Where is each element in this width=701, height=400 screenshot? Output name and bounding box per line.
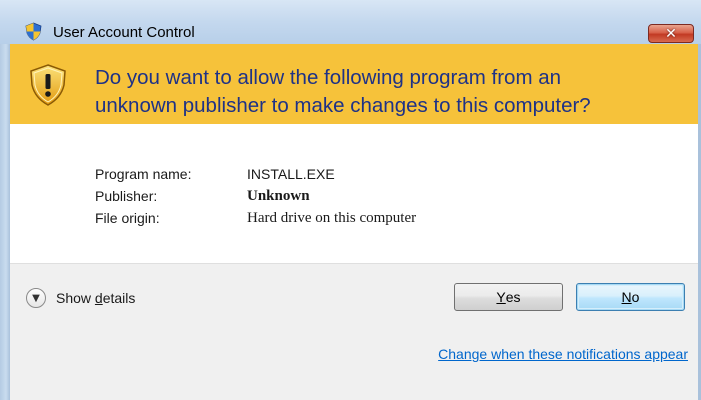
close-icon: ✕	[665, 25, 677, 42]
close-button[interactable]: ✕	[648, 24, 694, 43]
file-origin-value: Hard drive on this computer	[247, 210, 417, 226]
window-frame-left	[0, 0, 10, 400]
no-button[interactable]: No	[576, 283, 685, 311]
uac-shield-icon	[25, 22, 42, 41]
publisher-label: Publisher:	[95, 188, 158, 204]
show-details-label: Show details	[56, 290, 136, 306]
title-bar[interactable]: User Account Control ✕	[0, 0, 701, 44]
banner-line-1: Do you want to allow the following progr…	[95, 66, 562, 89]
program-name-value: INSTALL.EXE	[247, 166, 335, 182]
shield-warning-icon	[30, 64, 66, 106]
yes-button-key: Y	[496, 289, 506, 305]
no-button-key: N	[621, 289, 632, 305]
dialog-footer: ▼ Show details Yes No Change when these …	[10, 264, 698, 400]
no-button-label: o	[631, 289, 640, 305]
yes-button-label: es	[505, 289, 521, 305]
publisher-value: Unknown	[247, 188, 310, 204]
file-origin-label: File origin:	[95, 210, 160, 226]
uac-dialog: User Account Control ✕ Do you want to al…	[0, 0, 701, 400]
change-notifications-link[interactable]: Change when these notifications appear	[438, 346, 688, 362]
dialog-client-area: Do you want to allow the following progr…	[10, 44, 698, 400]
banner-line-2: unknown publisher to make changes to thi…	[95, 94, 591, 117]
yes-button[interactable]: Yes	[454, 283, 563, 311]
program-name-label: Program name:	[95, 166, 192, 182]
window-title: User Account Control	[53, 24, 195, 41]
chevron-down-icon: ▼	[26, 288, 46, 308]
banner-question: Do you want to allow the following progr…	[95, 64, 685, 120]
show-details-toggle[interactable]: ▼ Show details	[26, 286, 135, 310]
warning-banner: Do you want to allow the following progr…	[10, 44, 698, 124]
